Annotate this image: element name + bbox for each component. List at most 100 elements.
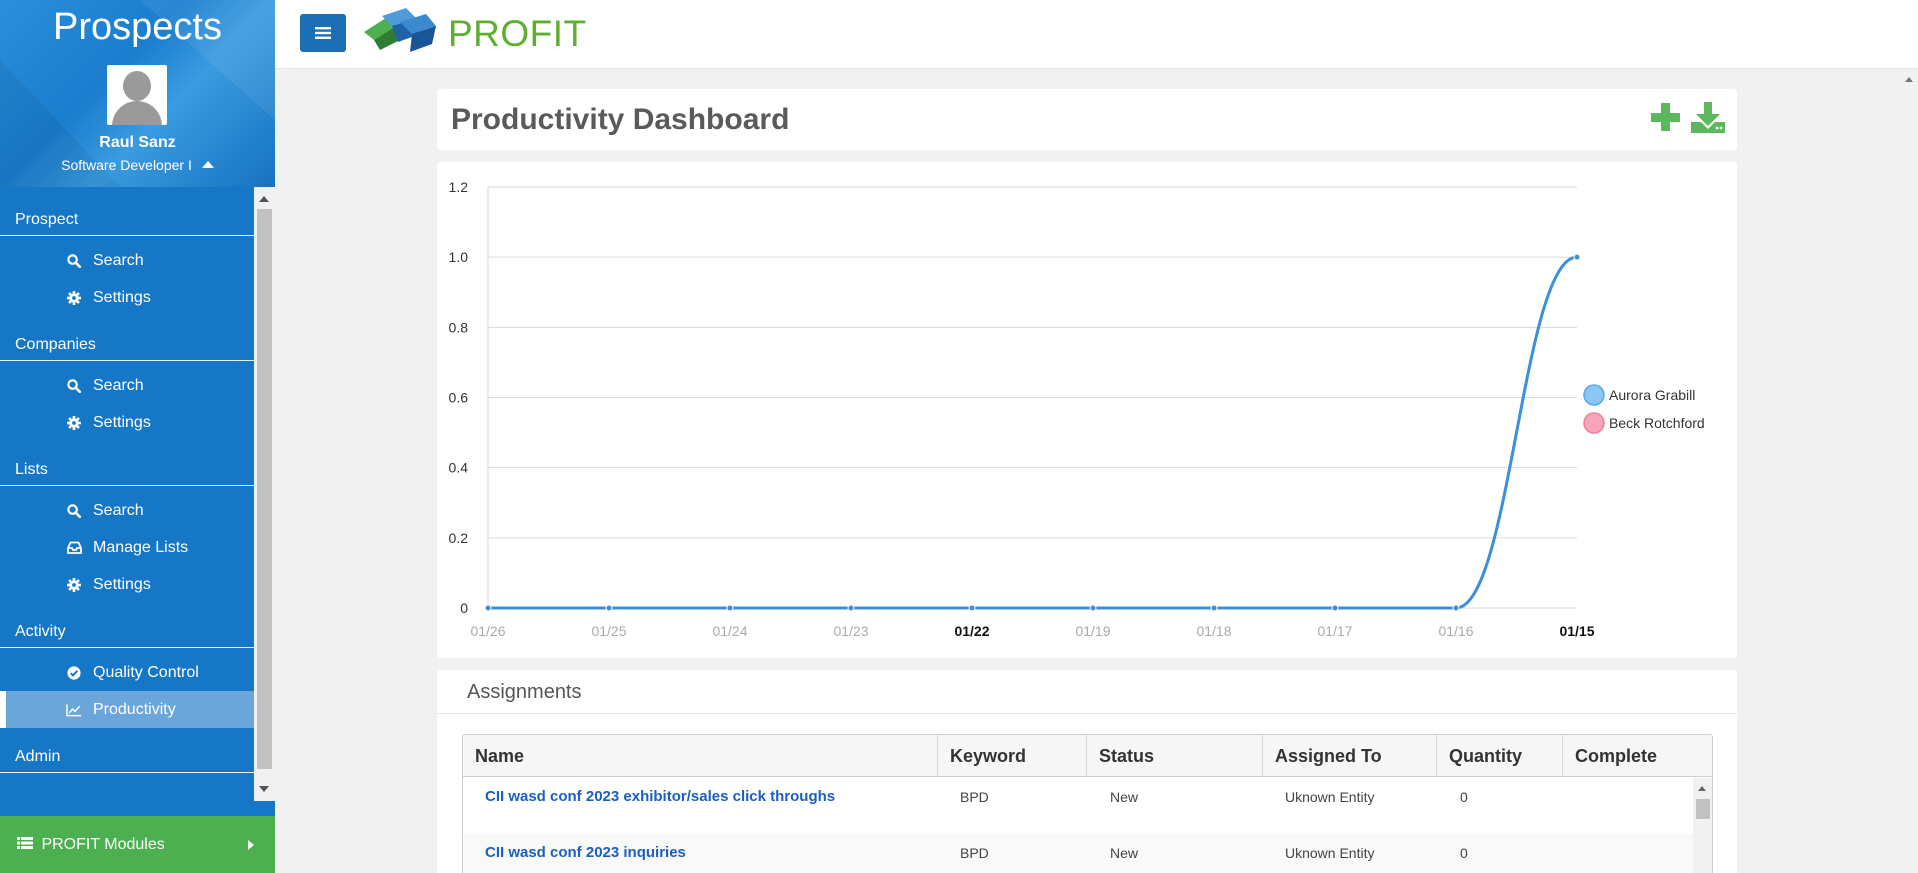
sidebar-item-lists-settings[interactable]: Settings [0, 566, 254, 603]
column-header-status[interactable]: Status [1087, 735, 1263, 777]
page-title: Productivity Dashboard [451, 103, 790, 136]
sidebar: Prospects Raul Sanz Software Developer I… [0, 0, 275, 873]
legend-label: Aurora Grabill [1609, 387, 1695, 403]
avatar[interactable] [107, 65, 167, 125]
profit-logo-icon [364, 8, 436, 52]
profit-modules-button[interactable]: PROFIT Modules [0, 816, 275, 873]
data-point [847, 604, 855, 612]
user-role-toggle[interactable]: Software Developer I [0, 157, 275, 173]
hamburger-icon [315, 27, 331, 39]
scroll-thumb[interactable] [1696, 799, 1710, 819]
data-point [1573, 253, 1581, 261]
status-cell: New [1110, 845, 1139, 861]
data-point [726, 604, 734, 612]
sidebar-item-label: Productivity [93, 701, 176, 718]
search-icon [66, 367, 82, 404]
series-line [487, 255, 1578, 610]
download-icon[interactable] [1689, 100, 1727, 134]
status-cell: New [1110, 789, 1139, 805]
column-header-assigned-to[interactable]: Assigned To [1263, 735, 1437, 777]
x-tick-label: 01/18 [1196, 623, 1231, 639]
data-point [1210, 604, 1218, 612]
sidebar-item-label: Search [93, 502, 144, 519]
line-chart-icon [66, 691, 82, 728]
sidebar-item-activity-quality-control[interactable]: Quality Control [0, 654, 254, 691]
nav-section-admin: Admin [0, 742, 254, 773]
data-point [1452, 604, 1460, 612]
y-tick-label: 0.4 [449, 460, 469, 476]
column-header-name[interactable]: Name [463, 735, 938, 777]
sidebar-item-label: Manage Lists [93, 539, 189, 556]
x-tick-label: 01/22 [954, 623, 989, 639]
sidebar-item-companies-search[interactable]: Search [0, 367, 254, 404]
menu-toggle-button[interactable] [300, 14, 346, 52]
logo-text: PROFIT [448, 13, 587, 54]
list-icon [17, 837, 33, 849]
data-point [1089, 604, 1097, 612]
grid-scrollbar[interactable] [1693, 778, 1712, 873]
keyword-cell: BPD [960, 789, 989, 805]
check-circle-icon [66, 654, 82, 691]
sidebar-item-lists-search[interactable]: Search [0, 492, 254, 529]
scroll-down-arrow-icon[interactable] [259, 786, 269, 792]
nav-list: Search Manage Lists Settings [0, 486, 254, 605]
nav-section-companies: Companies [0, 330, 254, 361]
topbar: PROFIT [275, 0, 1918, 69]
assigned-to-cell: Uknown Entity [1285, 845, 1375, 861]
sidebar-item-label: Search [93, 377, 144, 394]
chart-panel: 0 0.2 0.4 0.6 0.8 1.0 1.2 01/26 01/25 01/24 01/23 0… [437, 162, 1737, 658]
app-title: Prospects [53, 6, 222, 48]
y-tick-label: 0.2 [449, 530, 469, 546]
x-tick-label: 01/26 [470, 623, 505, 639]
data-point [605, 604, 613, 612]
column-header-complete[interactable]: Complete [1563, 735, 1712, 777]
keyword-cell: BPD [960, 845, 989, 861]
y-tick-label: 0 [460, 600, 468, 616]
page-scrollbar[interactable] [1901, 69, 1918, 873]
assigned-to-cell: Uknown Entity [1285, 789, 1375, 805]
nav-section-activity: Activity [0, 617, 254, 648]
productivity-chart: 0 0.2 0.4 0.6 0.8 1.0 1.2 01/26 01/25 01/24 01/23 0… [449, 179, 1705, 639]
assignment-name-link[interactable]: CII wasd conf 2023 inquiries [485, 844, 686, 861]
scroll-up-arrow-icon[interactable] [259, 196, 269, 202]
x-tick-label: 01/17 [1317, 623, 1352, 639]
inbox-icon [66, 529, 82, 566]
quantity-cell: 0 [1460, 845, 1468, 861]
x-tick-label: 01/24 [712, 623, 747, 639]
sidebar-item-companies-settings[interactable]: Settings [0, 404, 254, 441]
nav-section-prospect: Prospect [0, 205, 254, 236]
nav-list: Search Settings [0, 236, 254, 318]
divider [437, 713, 1737, 714]
profit-modules-label: PROFIT Modules [41, 836, 165, 853]
y-tick-label: 0.6 [449, 390, 469, 406]
column-header-quantity[interactable]: Quantity [1437, 735, 1563, 777]
gear-icon [66, 279, 82, 316]
search-icon [66, 242, 82, 279]
assignments-panel: Assignments Name Keyword Status Assigned… [437, 670, 1737, 873]
y-tick-label: 1.2 [449, 179, 469, 195]
caret-up-icon [201, 161, 214, 168]
sidebar-item-lists-manage-lists[interactable]: Manage Lists [0, 529, 254, 566]
sidebar-header: Prospects Raul Sanz Software Developer I [0, 0, 275, 187]
assignment-name-link[interactable]: CII wasd conf 2023 exhibitor/sales click… [485, 788, 835, 805]
caret-right-icon [248, 840, 254, 850]
table-row[interactable]: CII wasd conf 2023 exhibitor/sales click… [463, 778, 1695, 834]
column-header-keyword[interactable]: Keyword [938, 735, 1087, 777]
sidebar-item-activity-productivity[interactable]: Productivity [0, 691, 254, 728]
sidebar-item-prospect-search[interactable]: Search [0, 242, 254, 279]
plus-icon[interactable] [1649, 100, 1681, 134]
sidebar-nav: Prospect Search Settings Companies Search Set… [0, 187, 254, 801]
sidebar-item-prospect-settings[interactable]: Settings [0, 279, 254, 316]
gear-icon [66, 404, 82, 441]
x-tick-label: 01/23 [833, 623, 868, 639]
scroll-up-arrow-icon[interactable] [1698, 786, 1706, 791]
data-point [484, 604, 492, 612]
nav-list: Quality Control Productivity [0, 648, 254, 730]
legend-swatch [1583, 412, 1605, 434]
search-icon [66, 492, 82, 529]
sidebar-scrollbar[interactable] [254, 187, 275, 801]
scroll-up-arrow-icon[interactable] [1905, 77, 1913, 82]
scroll-thumb[interactable] [257, 209, 272, 769]
table-row[interactable]: CII wasd conf 2023 inquiries BPD New Ukn… [463, 834, 1695, 873]
sidebar-item-label: Settings [93, 414, 151, 431]
